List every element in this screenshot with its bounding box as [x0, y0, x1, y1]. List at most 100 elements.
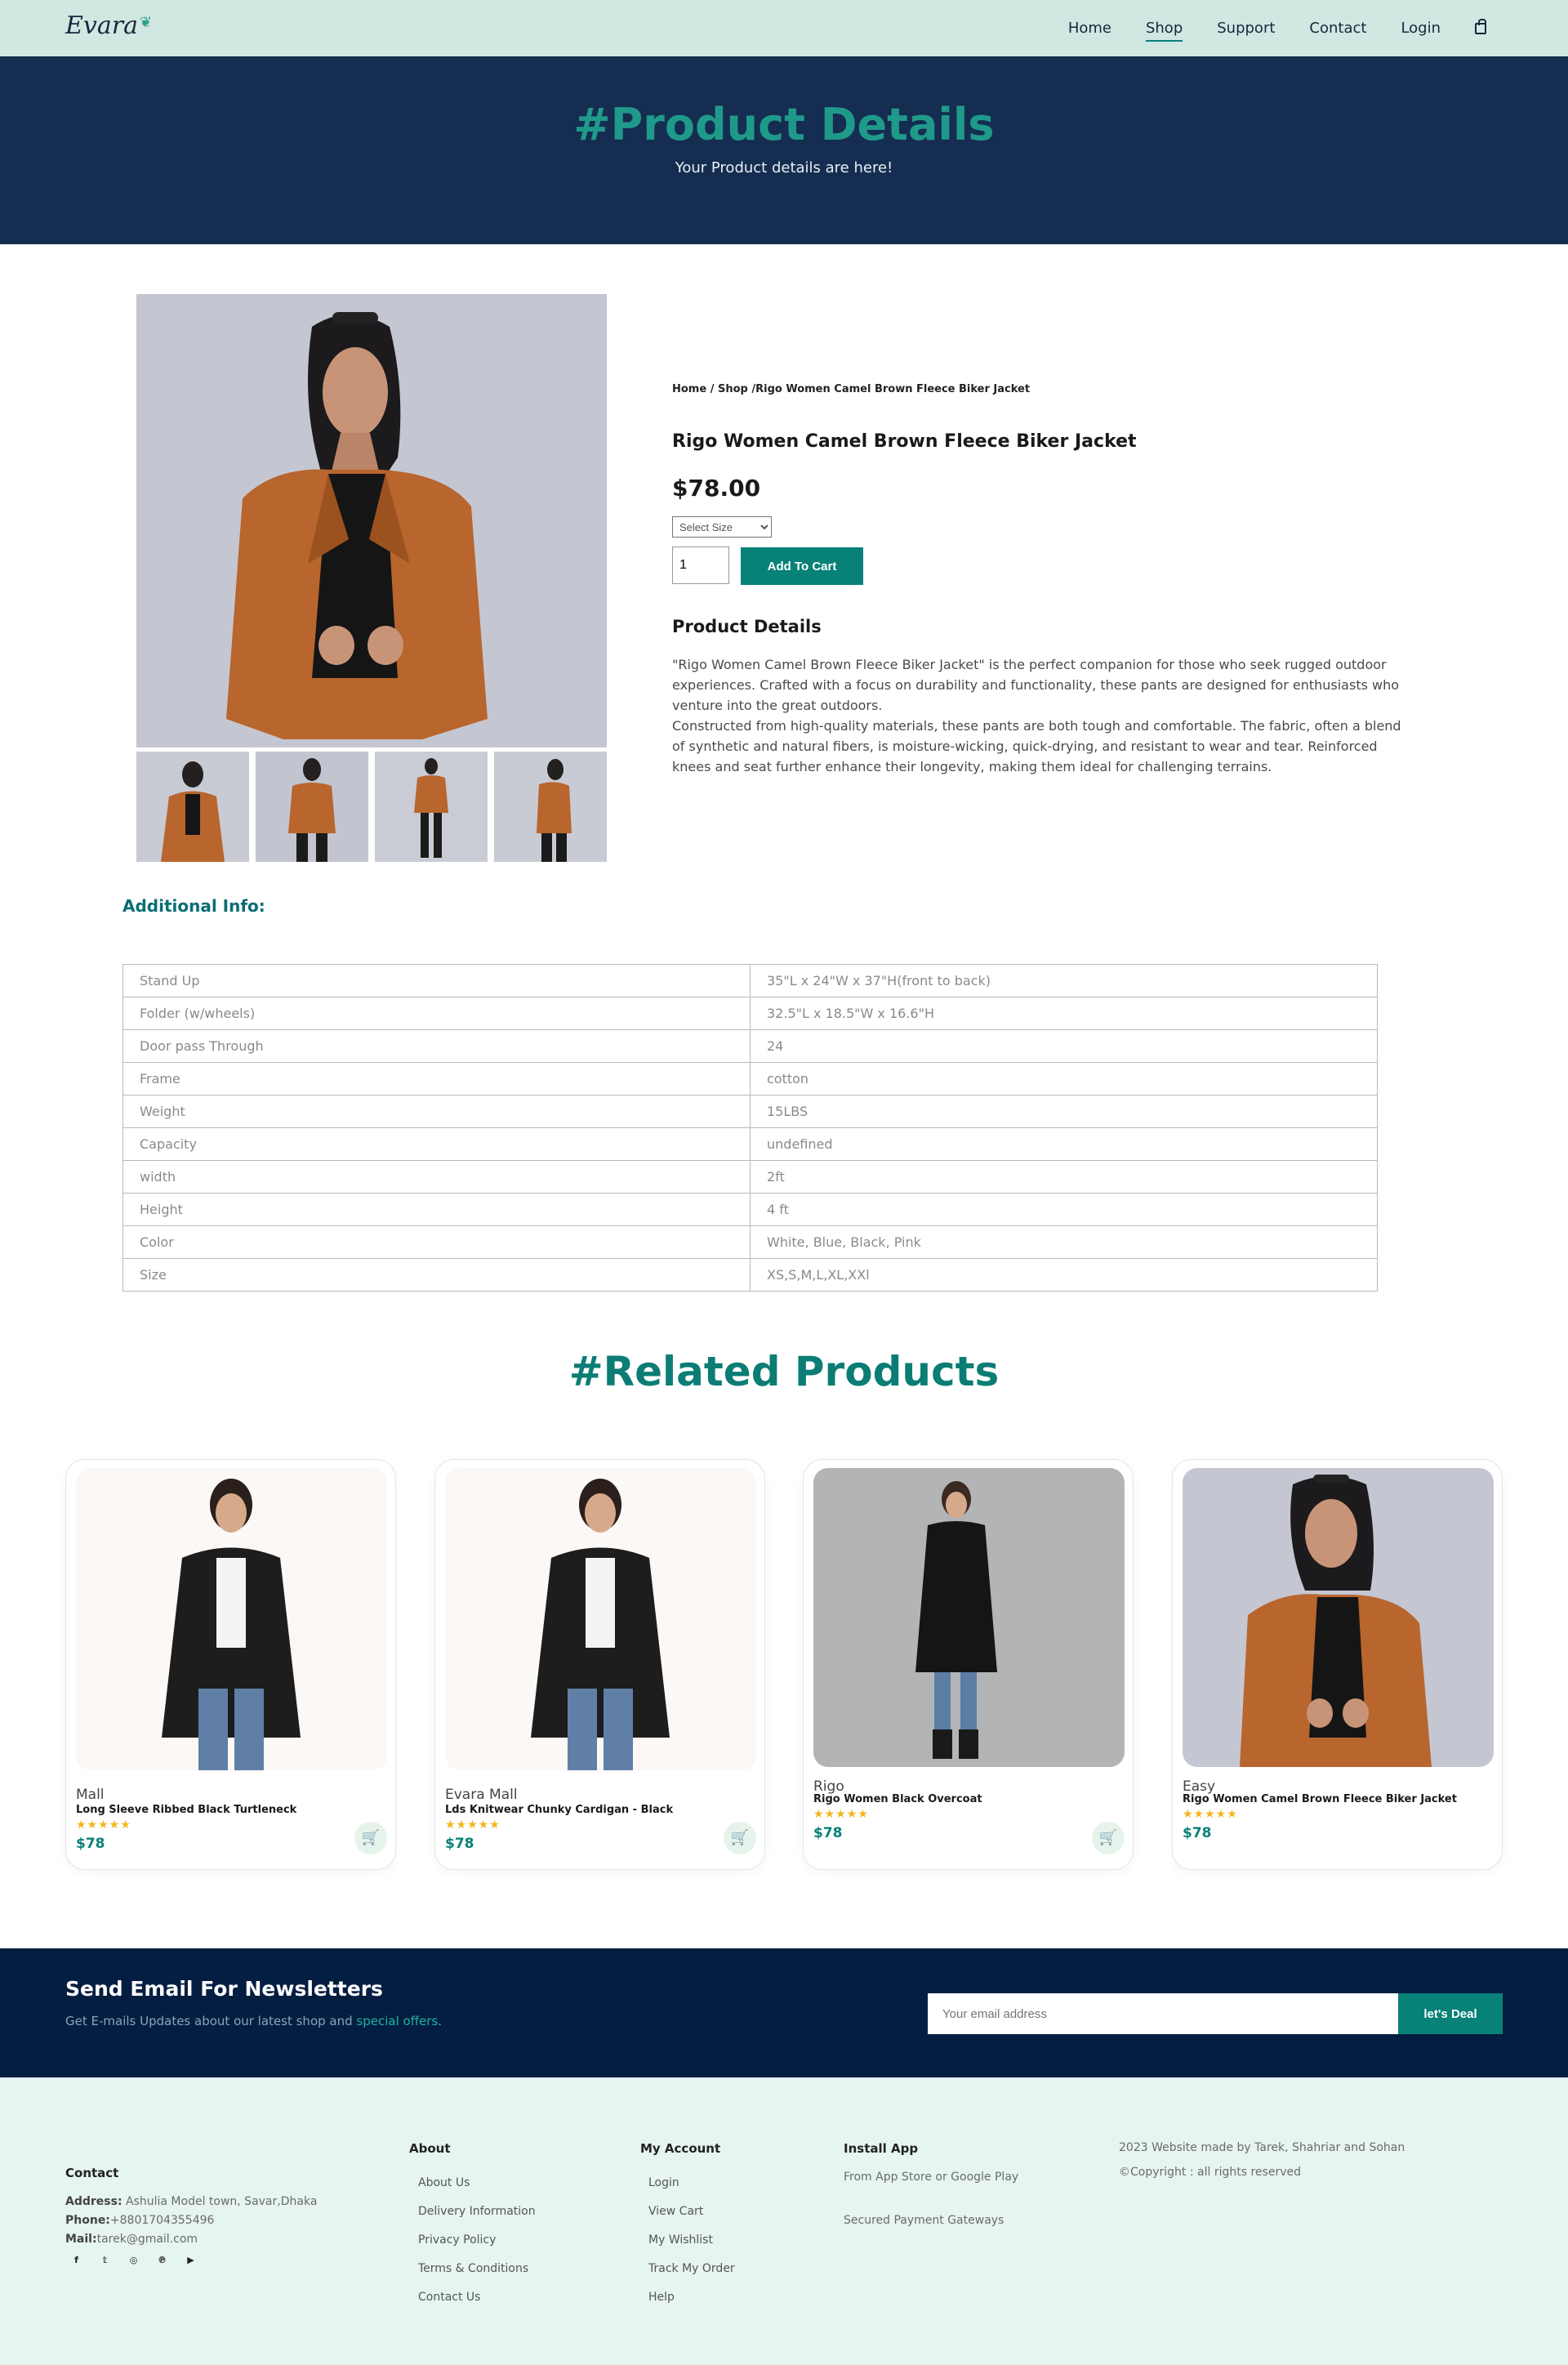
product-price: $78 [1183, 1825, 1212, 1841]
footer-mail: Mail:tarek@gmail.com [65, 2233, 198, 2246]
thumbnail-2-image [256, 752, 368, 862]
nav-shop[interactable]: Shop [1145, 20, 1183, 42]
pinterest-icon[interactable]: ℗ [155, 2253, 169, 2267]
product-card[interactable]: Evara Mall Lds Knitwear Chunky Cardigan … [434, 1459, 765, 1870]
table-row: Folder (w/wheels) 32.5"L x 18.5"W x 16.6"… [122, 997, 1378, 1030]
table-row: Weight 15LBS [122, 1095, 1378, 1128]
product-price: $78.00 [672, 475, 761, 502]
thumbnail-1[interactable] [136, 752, 249, 862]
description-paragraph-1: "Rigo Women Camel Brown Fleece Biker Jac… [672, 657, 1400, 713]
table-row: Color White, Blue, Black, Pink [122, 1225, 1378, 1259]
product-brand: Rigo [813, 1778, 844, 1795]
mail-value: tarek@gmail.com [96, 2233, 198, 2246]
cardigan-model-image [445, 1468, 756, 1770]
footer-link-track-order[interactable]: Track My Order [648, 2262, 735, 2275]
newsletter-sub-highlight: special offers [356, 2014, 439, 2028]
spec-value: 24 [750, 1029, 1378, 1063]
footer-payment: Secured Payment Gateways [844, 2214, 1004, 2227]
footer-link-about-us[interactable]: About Us [418, 2176, 470, 2189]
cart-icon[interactable]: 🛒 [1092, 1822, 1125, 1854]
additional-info-heading: Additional Info: [122, 896, 265, 916]
instagram-icon[interactable]: ◎ [127, 2253, 140, 2267]
table-row: Stand Up 35"L x 24"W x 37"H(front to back… [122, 964, 1378, 997]
product-name[interactable]: Rigo Women Black Overcoat [813, 1793, 982, 1805]
product-thumbnails [136, 752, 607, 862]
spec-label: width [122, 1160, 751, 1194]
product-brand: Easy [1183, 1778, 1216, 1795]
product-card-image [813, 1468, 1125, 1767]
related-products-title: #Related Products [568, 1348, 1000, 1395]
rating-stars: ★★★★★ [445, 1818, 501, 1832]
spec-value: 2ft [750, 1160, 1378, 1194]
site-footer: Contact Address: Ashulia Model town, Sav… [0, 2077, 1568, 2365]
product-card-image [76, 1468, 387, 1770]
footer-link-view-cart[interactable]: View Cart [648, 2205, 703, 2218]
logo-text: Evara [65, 11, 138, 40]
spec-label: Size [122, 1258, 751, 1292]
footer-link-login[interactable]: Login [648, 2176, 679, 2189]
cart-icon[interactable]: 🛒 [354, 1822, 387, 1854]
breadcrumb[interactable]: Home / Shop /Rigo Women Camel Brown Flee… [672, 383, 1030, 395]
product-description: "Rigo Women Camel Brown Fleece Biker Jac… [672, 654, 1407, 777]
thumbnail-4[interactable] [494, 752, 607, 862]
nav-home[interactable]: Home [1068, 20, 1111, 37]
youtube-icon[interactable]: ▶ [184, 2253, 198, 2267]
spec-value: cotton [750, 1062, 1378, 1095]
product-price: $78 [445, 1836, 474, 1852]
product-main-image [136, 294, 607, 747]
nav-login[interactable]: Login [1401, 20, 1441, 37]
product-price: $78 [813, 1825, 843, 1841]
table-row: Size XS,S,M,L,XL,XXl [122, 1258, 1378, 1292]
add-to-cart-button[interactable]: Add To Cart [741, 547, 863, 585]
facebook-icon[interactable]: f [69, 2253, 83, 2267]
mail-label: Mail: [65, 2233, 97, 2246]
thumbnail-3[interactable] [375, 752, 488, 862]
footer-link-wishlist[interactable]: My Wishlist [648, 2233, 713, 2247]
spec-label: Stand Up [122, 964, 751, 997]
product-card-image [445, 1468, 756, 1770]
spec-label: Height [122, 1193, 751, 1226]
nav-support[interactable]: Support [1217, 20, 1275, 37]
footer-address: Address: Ashulia Model town, Savar,Dhaka [65, 2195, 317, 2208]
nav-contact[interactable]: Contact [1309, 20, 1366, 37]
overcoat-model-image [813, 1468, 1125, 1767]
product-card[interactable]: Easy Rigo Women Camel Brown Fleece Biker… [1172, 1459, 1503, 1870]
spec-table: Stand Up 35"L x 24"W x 37"H(front to back… [122, 964, 1378, 1292]
cart-icon[interactable]: 🛒 [724, 1822, 756, 1854]
newsletter-submit-button[interactable]: let's Deal [1398, 1993, 1503, 2034]
spec-value: XS,S,M,L,XL,XXl [750, 1258, 1378, 1292]
shopping-bag-icon[interactable] [1475, 18, 1486, 34]
navbar: Evara ❦ Home Shop Support Contact Login [0, 0, 1568, 56]
footer-copyright: ©Copyright : all rights reserved [1119, 2166, 1301, 2179]
twitter-icon[interactable]: 𝕥 [98, 2253, 112, 2267]
product-card[interactable]: Rigo Rigo Women Black Overcoat ★★★★★ $78… [803, 1459, 1134, 1870]
footer-link-terms[interactable]: Terms & Conditions [418, 2262, 528, 2275]
nav-links: Home Shop Support Contact Login [1068, 0, 1568, 56]
thumbnail-3-image [375, 752, 488, 862]
hero-subtitle: Your Product details are here! [675, 159, 893, 176]
table-row: Capacity undefined [122, 1127, 1378, 1161]
thumbnail-2[interactable] [256, 752, 368, 862]
footer-link-delivery[interactable]: Delivery Information [418, 2205, 536, 2218]
product-card-image [1183, 1468, 1494, 1767]
spec-label: Weight [122, 1095, 751, 1128]
footer-link-privacy[interactable]: Privacy Policy [418, 2233, 496, 2247]
size-select[interactable]: Select Size [672, 516, 772, 538]
product-card[interactable]: Mall Long Sleeve Ribbed Black Turtleneck… [65, 1459, 396, 1870]
footer-link-help[interactable]: Help [648, 2291, 675, 2304]
product-price: $78 [76, 1836, 105, 1852]
quantity-input[interactable] [672, 547, 729, 584]
spec-label: Door pass Through [122, 1029, 751, 1063]
footer-app-stores: From App Store or Google Play [844, 2171, 1019, 2184]
product-name[interactable]: Lds Knitwear Chunky Cardigan - Black [445, 1804, 673, 1816]
spec-label: Color [122, 1225, 751, 1259]
footer-link-contact[interactable]: Contact Us [418, 2291, 480, 2304]
newsletter-email-input[interactable] [928, 1993, 1398, 2034]
description-paragraph-2: Constructed from high-quality materials,… [672, 718, 1401, 774]
table-row: width 2ft [122, 1160, 1378, 1194]
site-logo[interactable]: Evara ❦ [65, 11, 153, 40]
leaf-icon: ❦ [139, 14, 153, 31]
product-name[interactable]: Long Sleeve Ribbed Black Turtleneck [76, 1804, 296, 1816]
product-name[interactable]: Rigo Women Camel Brown Fleece Biker Jack… [1183, 1793, 1457, 1805]
spec-value: White, Blue, Black, Pink [750, 1225, 1378, 1259]
